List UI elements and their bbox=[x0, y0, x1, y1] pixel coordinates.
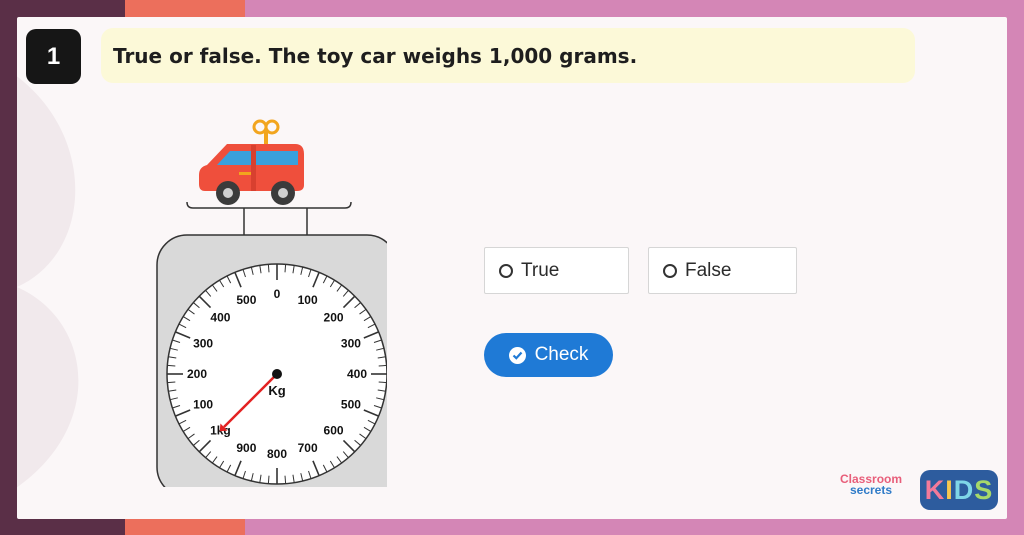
kids-letter: S bbox=[974, 474, 994, 505]
scale-unit: Kg bbox=[268, 383, 285, 398]
radio-circle-icon[interactable] bbox=[663, 263, 677, 278]
option-label: True bbox=[521, 259, 560, 281]
dial-label: 200 bbox=[187, 367, 207, 381]
decorative-swirl bbox=[17, 76, 79, 488]
question-text: True or false. The toy car weighs 1,000 … bbox=[101, 28, 915, 83]
dial-minor-tick bbox=[167, 381, 176, 384]
dial-label: 200 bbox=[324, 310, 344, 324]
option-false[interactable]: False bbox=[648, 247, 797, 294]
dial-minor-tick bbox=[378, 381, 387, 384]
dial-minor-tick bbox=[167, 364, 176, 367]
question-number: 1 bbox=[26, 29, 81, 84]
dial-label: 400 bbox=[347, 367, 367, 381]
dial-label: 300 bbox=[193, 336, 213, 350]
kids-letter: K bbox=[924, 474, 946, 505]
check-button[interactable]: Check bbox=[484, 333, 613, 377]
dial-label: 400 bbox=[210, 310, 230, 324]
dial-label: 500 bbox=[236, 293, 256, 307]
check-label: Check bbox=[534, 344, 589, 365]
dial-label: 800 bbox=[267, 447, 287, 461]
radio-circle-icon[interactable] bbox=[499, 263, 513, 278]
dial-minor-tick bbox=[267, 475, 270, 484]
question-card: 1 True or false. The toy car weighs 1,00… bbox=[17, 17, 1007, 519]
option-true[interactable]: True bbox=[484, 247, 629, 294]
kids-letter: I bbox=[945, 474, 954, 505]
toy-car-icon bbox=[199, 119, 304, 205]
weighing-scale: 01002003004005006007008009001kg100200300… bbox=[156, 119, 387, 487]
dial-minor-tick bbox=[378, 364, 387, 367]
dial-label: 500 bbox=[341, 398, 361, 412]
dial-label: 700 bbox=[298, 441, 318, 455]
dial-label: 0 bbox=[274, 287, 281, 301]
dial-label: 100 bbox=[298, 293, 318, 307]
dial-label: 600 bbox=[324, 424, 344, 438]
dial-label: 900 bbox=[236, 441, 256, 455]
classroom-secrets-logo: Classroom secrets bbox=[840, 472, 903, 497]
kids-logo: KIDS bbox=[920, 470, 998, 510]
dial-minor-tick bbox=[284, 264, 287, 273]
dial-label: 100 bbox=[193, 398, 213, 412]
kids-letter: D bbox=[953, 474, 975, 505]
dial-minor-tick bbox=[267, 264, 270, 273]
check-circle-icon bbox=[508, 346, 526, 364]
option-label: False bbox=[685, 259, 732, 281]
dial-minor-tick bbox=[284, 475, 287, 484]
dial-label: 300 bbox=[341, 336, 361, 350]
